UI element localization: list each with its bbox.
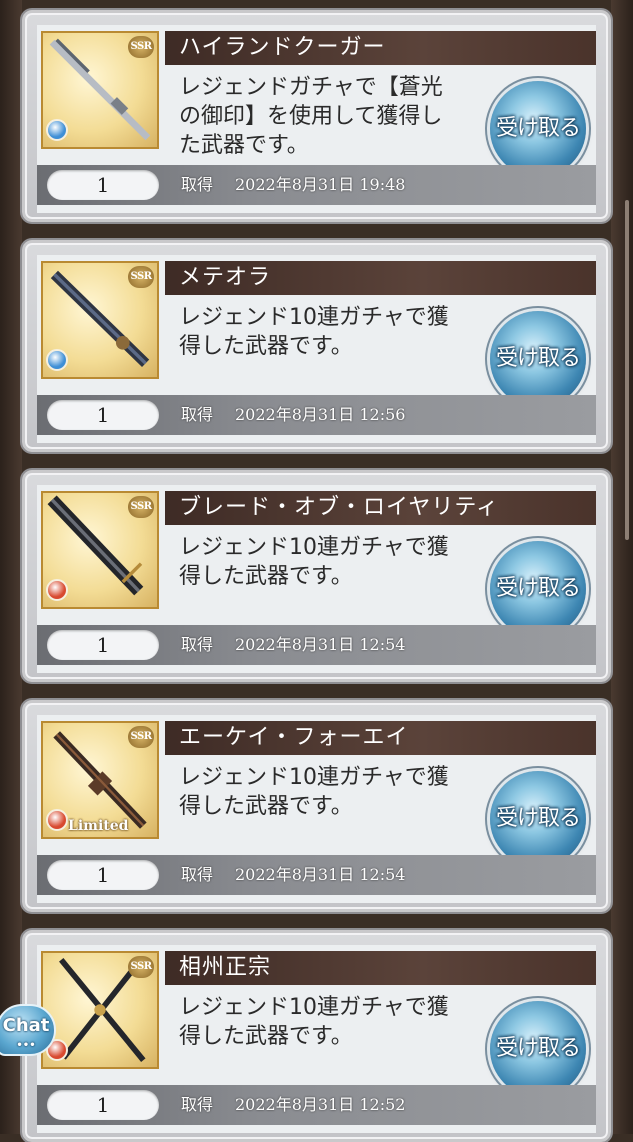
acquisition-bar: 1 取得 2022年8月31日 12:54: [37, 855, 596, 895]
description-line: た武器です。: [179, 133, 309, 158]
acquired-label: 取得: [181, 865, 214, 884]
background-left-frame: [0, 0, 22, 1134]
description-line: レジェンドガチャで【蒼光: [179, 75, 443, 100]
water-element-icon: [46, 119, 68, 141]
rarity-badge: SSR: [128, 266, 154, 288]
weapon-description: レジェンド10連ガチャで獲 得した武器です。: [179, 993, 479, 1051]
receive-button[interactable]: 受け取る: [490, 1001, 586, 1097]
description-line: 得した武器です。: [179, 794, 353, 819]
gift-card-body: SSR Limited エーケイ・フォーエイ レジェンド10連ガチャで獲 得した武…: [37, 715, 596, 903]
description-line: レジェンド10連ガチャで獲: [179, 535, 449, 560]
acquired-date: 2022年8月31日 12:54: [235, 635, 406, 654]
scrollbar[interactable]: [625, 200, 629, 540]
description-line: レジェンド10連ガチャで獲: [179, 305, 449, 330]
acquisition-bar: 1 取得 2022年8月31日 19:48: [37, 165, 596, 205]
weapon-name: メテオラ: [165, 261, 596, 295]
limited-badge: Limited: [68, 818, 129, 834]
description-line: の御印】を使用して獲得し: [179, 104, 443, 129]
receive-button[interactable]: 受け取る: [490, 771, 586, 867]
acquired-date: 2022年8月31日 12:52: [235, 1095, 406, 1114]
gift-card-3: SSR ブレード・オブ・ロイヤリティ レジェンド10連ガチャで獲 得した武器です。…: [22, 470, 611, 682]
gift-card-body: SSR メテオラ レジェンド10連ガチャで獲 得した武器です。 受け取る 1 取得…: [37, 255, 596, 443]
acquired-date: 2022年8月31日 12:56: [235, 405, 406, 424]
acquired-label: 取得: [181, 1095, 214, 1114]
fire-element-icon: [46, 579, 68, 601]
weapon-thumbnail[interactable]: SSR: [41, 951, 159, 1069]
quantity-field[interactable]: 1: [47, 630, 159, 660]
gift-card-2: SSR メテオラ レジェンド10連ガチャで獲 得した武器です。 受け取る 1 取得…: [22, 240, 611, 452]
gift-list: SSR ハイランドクーガー レジェンドガチャで【蒼光 の御印】を使用して獲得し た武…: [22, 0, 611, 1142]
chat-button[interactable]: Chat •••: [0, 1004, 56, 1056]
weapon-description: レジェンドガチャで【蒼光 の御印】を使用して獲得し た武器です。: [179, 73, 479, 160]
gift-card-4: SSR Limited エーケイ・フォーエイ レジェンド10連ガチャで獲 得した武…: [22, 700, 611, 912]
rarity-badge: SSR: [128, 36, 154, 58]
quantity-field[interactable]: 1: [47, 170, 159, 200]
description-line: 得した武器です。: [179, 564, 353, 589]
rarity-badge: SSR: [128, 496, 154, 518]
description-line: レジェンド10連ガチャで獲: [179, 765, 449, 790]
water-element-icon: [46, 349, 68, 371]
weapon-name: ハイランドクーガー: [165, 31, 596, 65]
gift-card-body: SSR ハイランドクーガー レジェンドガチャで【蒼光 の御印】を使用して獲得し た武…: [37, 25, 596, 213]
description-line: 得した武器です。: [179, 334, 353, 359]
description-line: 得した武器です。: [179, 1024, 353, 1049]
acquisition-bar: 1 取得 2022年8月31日 12:52: [37, 1085, 596, 1125]
acquired-label: 取得: [181, 175, 214, 194]
gift-card-1: SSR ハイランドクーガー レジェンドガチャで【蒼光 の御印】を使用して獲得し た武…: [22, 10, 611, 222]
gift-card-5: SSR 相州正宗 レジェンド10連ガチャで獲 得した武器です。 受け取る 1 取得…: [22, 930, 611, 1142]
quantity-field[interactable]: 1: [47, 1090, 159, 1120]
acquired-label: 取得: [181, 405, 214, 424]
weapon-thumbnail[interactable]: SSR: [41, 261, 159, 379]
weapon-description: レジェンド10連ガチャで獲 得した武器です。: [179, 533, 479, 591]
weapon-name: エーケイ・フォーエイ: [165, 721, 596, 755]
acquired-label: 取得: [181, 635, 214, 654]
acquisition-bar: 1 取得 2022年8月31日 12:56: [37, 395, 596, 435]
gift-card-body: SSR 相州正宗 レジェンド10連ガチャで獲 得した武器です。 受け取る 1 取得…: [37, 945, 596, 1133]
weapon-name: 相州正宗: [165, 951, 596, 985]
weapon-description: レジェンド10連ガチャで獲 得した武器です。: [179, 763, 479, 821]
background-right-frame: [611, 0, 633, 1134]
gift-card-body: SSR ブレード・オブ・ロイヤリティ レジェンド10連ガチャで獲 得した武器です。…: [37, 485, 596, 673]
acquired-date: 2022年8月31日 12:54: [235, 865, 406, 884]
description-line: レジェンド10連ガチャで獲: [179, 995, 449, 1020]
rarity-badge: SSR: [128, 726, 154, 748]
weapon-thumbnail[interactable]: SSR Limited: [41, 721, 159, 839]
rarity-badge: SSR: [128, 956, 154, 978]
quantity-field[interactable]: 1: [47, 400, 159, 430]
acquisition-bar: 1 取得 2022年8月31日 12:54: [37, 625, 596, 665]
receive-button[interactable]: 受け取る: [490, 311, 586, 407]
receive-button[interactable]: 受け取る: [490, 81, 586, 177]
chat-label: Chat: [2, 1015, 50, 1036]
chat-dots: •••: [16, 1040, 36, 1051]
weapon-description: レジェンド10連ガチャで獲 得した武器です。: [179, 303, 479, 361]
quantity-field[interactable]: 1: [47, 860, 159, 890]
weapon-thumbnail[interactable]: SSR: [41, 31, 159, 149]
weapon-name: ブレード・オブ・ロイヤリティ: [165, 491, 596, 525]
weapon-thumbnail[interactable]: SSR: [41, 491, 159, 609]
acquired-date: 2022年8月31日 19:48: [235, 175, 406, 194]
receive-button[interactable]: 受け取る: [490, 541, 586, 637]
